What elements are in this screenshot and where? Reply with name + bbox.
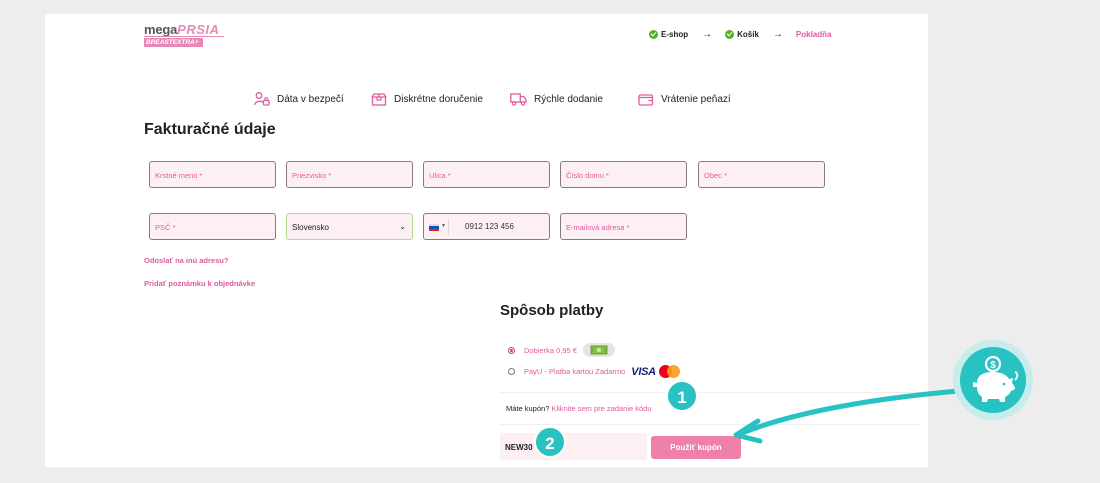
annotation-arrow: [733, 388, 961, 444]
step-badge-2: 2: [534, 426, 566, 458]
svg-text:$: $: [990, 360, 996, 371]
piggy-bank-badge: $: [953, 340, 1033, 420]
piggy-bank-icon: $: [973, 355, 1019, 402]
step-badge-1: 1: [666, 380, 698, 412]
